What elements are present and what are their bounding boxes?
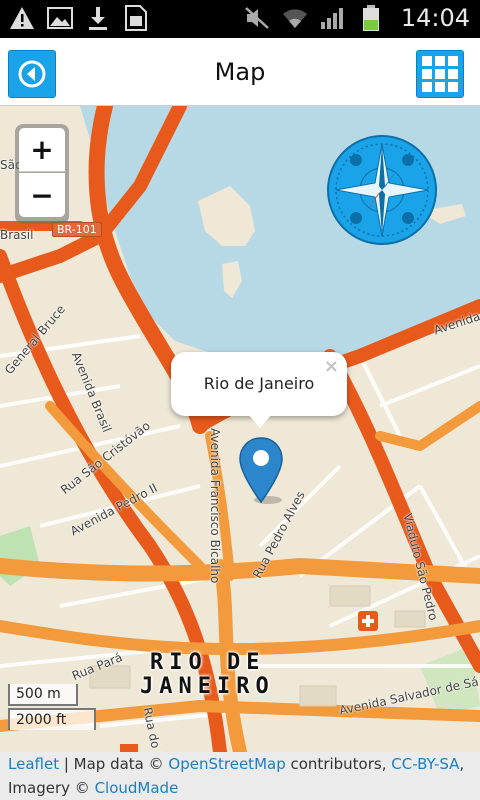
grid-icon (422, 56, 458, 92)
location-popup[interactable]: × Rio de Janeiro (171, 352, 347, 416)
zoom-out-button[interactable]: − (19, 173, 65, 217)
zoom-control: + − (15, 124, 69, 224)
popup-tip (248, 414, 272, 428)
leaflet-link[interactable]: Leaflet (8, 755, 59, 773)
battery-icon (357, 4, 385, 32)
compass-icon[interactable] (326, 134, 438, 246)
wifi-icon (281, 4, 309, 32)
map-scale: 500 m 2000 ft (8, 684, 96, 730)
license-link[interactable]: CC-BY-SA (391, 755, 459, 773)
cloudmade-link[interactable]: CloudMade (95, 779, 179, 797)
street-label: Brasil (0, 228, 34, 242)
attribution-text: | Map data © (59, 755, 169, 773)
warning-icon (8, 4, 36, 32)
download-icon (84, 4, 112, 32)
map-attribution: Leaflet | Map data © OpenStreetMap contr… (0, 752, 480, 800)
mute-icon (243, 4, 271, 32)
zoom-in-button[interactable]: + (19, 128, 65, 172)
attribution-text: Imagery © (8, 779, 95, 797)
status-bar: 14:04 (0, 0, 480, 38)
map-marker-icon[interactable] (238, 436, 284, 504)
openstreetmap-link[interactable]: OpenStreetMap (168, 755, 285, 773)
attribution-text: contributors, (285, 755, 392, 773)
clock: 14:04 (400, 4, 470, 32)
image-icon (46, 4, 74, 32)
highway-shield: BR-101 (52, 222, 102, 237)
grid-menu-button[interactable] (416, 50, 464, 98)
city-label-line1: RIO DE (150, 650, 266, 675)
street-label: Avenida Francisco Bicalho (208, 428, 222, 584)
page-title: Map (214, 58, 266, 86)
popup-title: Rio de Janeiro (203, 374, 315, 393)
map-view[interactable]: Avenida Brasil Rua São Cristóvão Avenida… (0, 106, 480, 752)
app-header: Map (0, 38, 480, 106)
sim-card-icon (122, 4, 150, 32)
signal-icon (319, 4, 347, 32)
scale-imperial: 2000 ft (8, 708, 96, 730)
scale-metric: 500 m (8, 684, 78, 706)
city-label-line2: JANEIRO (140, 674, 275, 699)
attribution-text: , (459, 755, 465, 773)
